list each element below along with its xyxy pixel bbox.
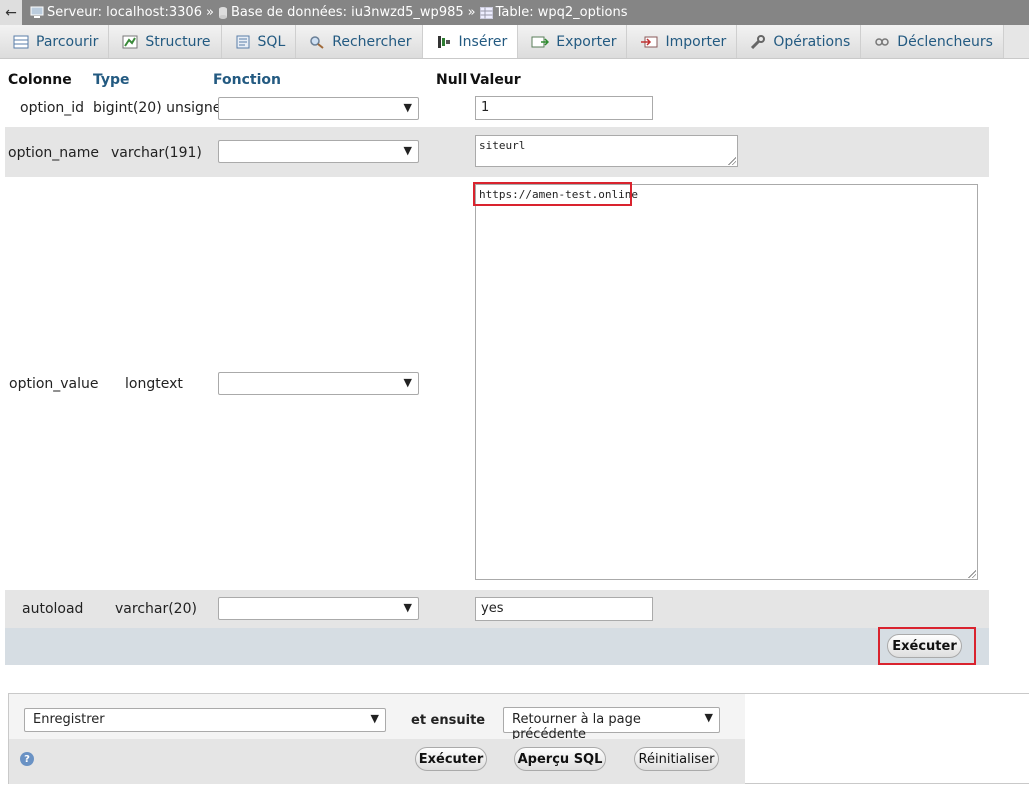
tab-importer[interactable]: Importer (627, 25, 738, 58)
table-row: option_id bigint(20) unsigned ▼ 1 (5, 90, 989, 127)
header-type[interactable]: Type (93, 72, 130, 88)
sql-preview-button[interactable]: Aperçu SQL (514, 747, 606, 771)
column-type: varchar(20) (115, 601, 197, 617)
database-icon (218, 6, 228, 19)
tab-structure[interactable]: Structure (109, 25, 222, 58)
triggers-icon (874, 35, 890, 49)
tab-parcourir[interactable]: Parcourir (0, 25, 110, 58)
tab-declencheurs[interactable]: Déclencheurs (861, 25, 1004, 58)
column-name: option_id (20, 100, 85, 116)
submit-panel: Enregistrer ▼ et ensuite Retourner à la … (8, 693, 1029, 784)
tab-rechercher[interactable]: Rechercher (296, 25, 423, 58)
execute-button[interactable]: Exécuter (415, 747, 487, 771)
column-name: autoload (22, 601, 84, 617)
function-select[interactable]: ▼ (218, 597, 419, 620)
value-input[interactable]: yes (475, 597, 653, 621)
submit-options-row: Enregistrer ▼ et ensuite Retourner à la … (9, 694, 745, 742)
insert-form-table: Colonne Type Fonction Null Valeur option… (5, 70, 989, 665)
sql-icon (235, 35, 251, 49)
resize-grip-icon[interactable] (968, 570, 976, 578)
table-row: option_name varchar(191) ▼ siteurl (5, 127, 989, 177)
import-icon (640, 35, 658, 49)
tab-sql[interactable]: SQL (221, 25, 297, 58)
form-execute-row: Exécuter (5, 627, 989, 665)
column-type: bigint(20) unsigned (93, 100, 231, 116)
help-icon[interactable]: ? (20, 752, 34, 766)
value-input[interactable]: 1 (475, 96, 653, 120)
function-select[interactable]: ▼ (218, 140, 419, 163)
function-select[interactable]: ▼ (218, 372, 419, 395)
column-name: option_value (9, 376, 99, 392)
breadcrumb-server[interactable]: Serveur: localhost:3306 (30, 5, 202, 20)
export-icon (531, 35, 550, 49)
table-browse-icon (13, 35, 29, 49)
dropdown-arrow-icon: ▼ (403, 144, 412, 157)
breadcrumb-database[interactable]: Base de données: iu3nwzd5_wp985 (218, 5, 464, 20)
action-select[interactable]: Enregistrer ▼ (24, 708, 386, 732)
highlight-box (878, 627, 976, 665)
function-select[interactable]: ▼ (218, 97, 419, 120)
highlight-box (473, 182, 632, 206)
column-type: longtext (125, 376, 183, 392)
search-icon (309, 35, 325, 49)
dropdown-arrow-icon: ▼ (403, 601, 412, 614)
dropdown-arrow-icon: ▼ (704, 711, 713, 724)
submit-buttons-row: ? Exécuter Aperçu SQL Réinitialiser (9, 739, 745, 784)
structure-icon (122, 35, 138, 49)
reset-button[interactable]: Réinitialiser (634, 747, 719, 771)
header-null: Null (436, 72, 468, 88)
tab-bar: Parcourir Structure SQL Rechercher Insér… (0, 25, 1029, 59)
column-name: option_name (8, 145, 99, 161)
column-type: varchar(191) (111, 145, 202, 161)
tab-exporter[interactable]: Exporter (518, 25, 628, 58)
value-textarea[interactable]: https://amen-test.online (475, 184, 978, 580)
breadcrumb-table[interactable]: Table: wpq2_options (479, 5, 628, 20)
wrench-icon (750, 34, 766, 49)
back-arrow-icon[interactable]: ← (0, 0, 22, 25)
table-row: option_value longtext ▼ https://amen-tes… (5, 177, 989, 590)
header-colonne: Colonne (8, 72, 72, 88)
header-valeur: Valeur (470, 72, 521, 88)
then-select[interactable]: Retourner à la page précédente ▼ (503, 707, 720, 742)
breadcrumb: ← Serveur: localhost:3306 » Base de donn… (0, 0, 1029, 25)
dropdown-arrow-icon: ▼ (370, 712, 379, 725)
tab-operations[interactable]: Opérations (737, 25, 862, 58)
table-header: Colonne Type Fonction Null Valeur (5, 70, 989, 91)
dropdown-arrow-icon: ▼ (403, 376, 412, 389)
table-icon (479, 6, 493, 19)
tab-inserer[interactable]: Insérer (422, 25, 519, 58)
insert-icon (436, 35, 452, 49)
value-textarea[interactable]: siteurl (475, 135, 738, 167)
then-label: et ensuite (411, 713, 486, 728)
dropdown-arrow-icon: ▼ (403, 101, 412, 114)
header-fonction[interactable]: Fonction (213, 72, 281, 88)
server-icon (30, 6, 44, 19)
resize-grip-icon[interactable] (728, 157, 736, 165)
table-row: autoload varchar(20) ▼ yes (5, 590, 989, 628)
